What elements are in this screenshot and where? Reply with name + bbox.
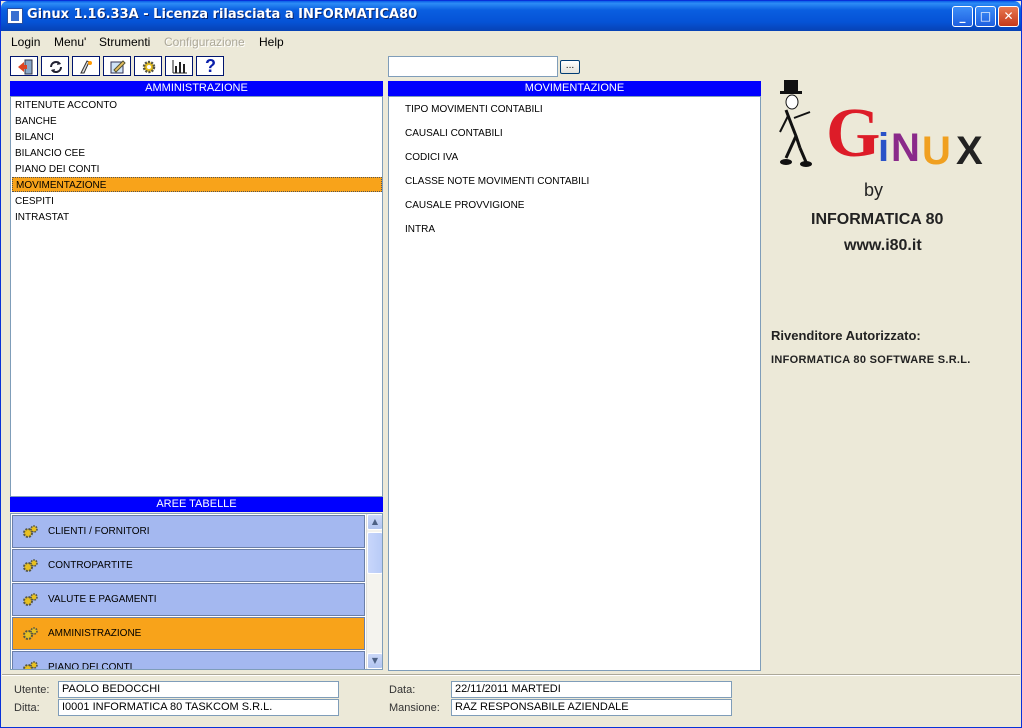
menu-bar: Login Menu' Strumenti Configurazione Hel…	[2, 32, 1020, 51]
maximize-button[interactable]: □	[975, 6, 996, 27]
help-icon: ?	[205, 56, 216, 76]
footer-separator	[2, 674, 1020, 676]
window-title: Ginux 1.16.33A - Licenza rilasciata a IN…	[27, 7, 418, 22]
logo-by-text: by	[864, 180, 884, 200]
area-item-clienti-fornitori[interactable]: CLIENTI / FORNITORI	[12, 515, 365, 548]
logo-letter-x: X	[956, 129, 983, 173]
company-url: www.i80.it	[844, 237, 922, 254]
ginux-logo: G i N U X	[779, 80, 983, 173]
movimentazione-list: TIPO MOVIMENTI CONTABILI CAUSALI CONTABI…	[388, 96, 761, 671]
list-item[interactable]: CODICI IVA	[405, 152, 458, 163]
area-item-label: AMMINISTRAZIONE	[48, 628, 142, 639]
menu-configurazione: Configurazione	[164, 35, 245, 49]
menu-help[interactable]: Help	[259, 35, 284, 49]
utente-field: PAOLO BEDOCCHI	[58, 681, 339, 698]
area-item-label: CLIENTI / FORNITORI	[48, 526, 150, 537]
search-input[interactable]	[388, 56, 558, 77]
reseller-label: Rivenditore Autorizzato:	[771, 328, 921, 343]
settings-button[interactable]	[134, 56, 162, 76]
scrollbar-thumb[interactable]	[367, 532, 382, 574]
area-item-label: VALUTE E PAGAMENTI	[48, 594, 157, 605]
refresh-button[interactable]	[41, 56, 69, 76]
scroll-down-icon[interactable]: ▼	[367, 653, 382, 669]
scroll-up-icon[interactable]: ▲	[367, 514, 382, 530]
main-window: Ginux 1.16.33A - Licenza rilasciata a IN…	[0, 0, 1022, 728]
movimentazione-header: MOVIMENTAZIONE	[388, 81, 761, 96]
refresh-icon	[50, 61, 62, 73]
chart-button[interactable]	[165, 56, 193, 76]
exit-button[interactable]	[10, 56, 38, 76]
logo-letter-u: U	[922, 129, 951, 173]
ditta-label: Ditta:	[14, 702, 40, 714]
list-item-selected[interactable]: MOVIMENTAZIONE	[12, 177, 382, 192]
gear-icon	[142, 60, 156, 74]
reseller-name: INFORMATICA 80 SOFTWARE S.R.L.	[771, 354, 971, 366]
list-item[interactable]: BILANCIO CEE	[12, 146, 381, 161]
app-icon	[7, 8, 23, 24]
ditta-field: I0001 INFORMATICA 80 TASKCOM S.R.L.	[58, 699, 339, 716]
gear-icon	[23, 525, 38, 538]
list-item[interactable]: CLASSE NOTE MOVIMENTI CONTABILI	[405, 176, 589, 187]
menu-menu[interactable]: Menu'	[54, 35, 86, 49]
mascot-figure	[779, 80, 812, 167]
vertical-scrollbar[interactable]: ▲ ▼	[366, 514, 382, 669]
amministrazione-list: RITENUTE ACCONTO BANCHE BILANCI BILANCIO…	[10, 96, 383, 497]
area-item-valute-pagamenti[interactable]: VALUTE E PAGAMENTI	[12, 583, 365, 616]
aree-tabelle-list: CLIENTI / FORNITORI CONTROPARTITE VALUTE…	[10, 513, 383, 670]
logo-letter-n: N	[891, 126, 920, 170]
data-field: 22/11/2011 MARTEDI	[451, 681, 732, 698]
area-item-label: CONTROPARTITE	[48, 560, 133, 571]
list-item[interactable]: CAUSALI CONTABILI	[405, 128, 503, 139]
mansione-field: RAZ RESPONSABILE AZIENDALE	[451, 699, 732, 716]
list-item[interactable]: INTRA	[405, 224, 435, 235]
mansione-label: Mansione:	[389, 702, 440, 714]
title-bar[interactable]: Ginux 1.16.33A - Licenza rilasciata a IN…	[1, 1, 1021, 31]
notes-icon	[110, 60, 126, 74]
company-name: INFORMATICA 80	[811, 211, 944, 228]
minimize-button[interactable]: _	[952, 6, 973, 27]
utente-label: Utente:	[14, 684, 50, 696]
amministrazione-header: AMMINISTRAZIONE	[10, 81, 383, 96]
menu-login[interactable]: Login	[11, 35, 40, 49]
list-item[interactable]: INTRASTAT	[12, 210, 381, 225]
list-item[interactable]: TIPO MOVIMENTI CONTABILI	[405, 104, 543, 115]
area-item-piano-dei-conti[interactable]: PIANO DEI CONTI	[12, 651, 365, 670]
gear-icon	[23, 661, 38, 669]
run-icon	[80, 60, 92, 74]
logo-letter-g: G	[826, 95, 880, 172]
notes-button[interactable]	[103, 56, 131, 76]
gear-icon	[23, 593, 38, 606]
gear-icon	[23, 559, 38, 572]
list-item[interactable]: CAUSALE PROVVIGIONE	[405, 200, 524, 211]
list-item[interactable]: PIANO DEI CONTI	[12, 162, 381, 177]
gear-icon	[23, 627, 38, 640]
logo-letter-i: i	[878, 126, 889, 170]
close-button[interactable]: ✕	[998, 6, 1019, 27]
aree-tabelle-header: AREE TABELLE	[10, 497, 383, 512]
area-item-amministrazione[interactable]: AMMINISTRAZIONE	[12, 617, 365, 650]
list-item[interactable]: CESPITI	[12, 194, 381, 209]
run-button[interactable]	[72, 56, 100, 76]
area-item-label: PIANO DEI CONTI	[48, 662, 133, 670]
help-button[interactable]: ?	[196, 56, 224, 76]
list-item[interactable]: BILANCI	[12, 130, 381, 145]
menu-strumenti[interactable]: Strumenti	[99, 35, 150, 49]
exit-icon	[18, 59, 33, 75]
list-item[interactable]: BANCHE	[12, 114, 381, 129]
chart-icon	[172, 60, 187, 74]
list-item[interactable]: RITENUTE ACCONTO	[12, 98, 381, 113]
search-browse-button[interactable]: ...	[560, 60, 580, 74]
data-label: Data:	[389, 684, 416, 696]
area-item-contropartite[interactable]: CONTROPARTITE	[12, 549, 365, 582]
